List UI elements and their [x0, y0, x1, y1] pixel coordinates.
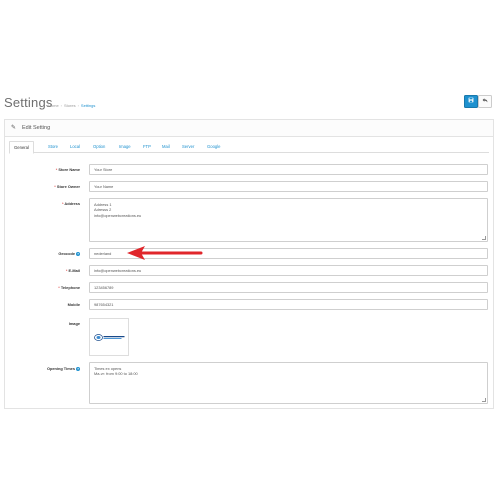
- breadcrumb: Home › Stores › Settings: [48, 103, 96, 108]
- breadcrumb-home[interactable]: Home: [48, 103, 59, 108]
- mobile-label: Mobile: [67, 302, 80, 307]
- help-icon[interactable]: ?: [76, 251, 80, 256]
- email-input[interactable]: info@openwebcreations.eu: [89, 265, 488, 276]
- red-arrow-icon: [127, 246, 203, 260]
- store-name-input[interactable]: Your Store: [89, 164, 488, 175]
- resize-handle[interactable]: [482, 398, 486, 402]
- opening-times-textarea[interactable]: Times ex opens Ma-vr: from 9:00 to 18:00: [89, 362, 488, 404]
- tab-option[interactable]: Option: [93, 141, 105, 152]
- store-name-label: * Store Name: [55, 167, 80, 172]
- tab-mail[interactable]: Mail: [162, 141, 170, 152]
- store-owner-input[interactable]: Your Name: [89, 181, 488, 192]
- reply-icon: [482, 98, 488, 104]
- telephone-label: * Telephone: [58, 285, 80, 290]
- pencil-icon: ✎: [11, 125, 17, 131]
- address-label: * Address: [61, 201, 80, 206]
- tab-store[interactable]: Store: [48, 141, 58, 152]
- tab-ftp[interactable]: FTP: [143, 141, 151, 152]
- breadcrumb-settings[interactable]: Settings: [81, 103, 95, 108]
- mobile-input[interactable]: 987654321: [89, 299, 488, 310]
- openwebcreations-logo: [94, 334, 125, 341]
- breadcrumb-stores[interactable]: Stores: [64, 103, 76, 108]
- resize-handle[interactable]: [482, 236, 486, 240]
- tab-server[interactable]: Server: [182, 141, 194, 152]
- help-icon[interactable]: ?: [76, 366, 80, 371]
- store-owner-label: * Store Owner: [54, 184, 80, 189]
- geocode-label: Geocode?: [58, 251, 80, 256]
- page-title: Settings: [4, 95, 53, 110]
- tab-general[interactable]: General: [9, 141, 34, 154]
- telephone-input[interactable]: 123456789: [89, 282, 488, 293]
- panel-title: Edit Setting: [22, 124, 51, 131]
- tab-local[interactable]: Local: [70, 141, 80, 152]
- settings-tabs: General Store Local Option Image FTP Mai…: [9, 141, 489, 154]
- image-label: Image: [68, 321, 80, 326]
- save-icon: [468, 98, 474, 104]
- save-button[interactable]: [464, 95, 478, 108]
- page-header: Settings Home › Stores › Settings: [4, 95, 496, 115]
- store-image-thumbnail[interactable]: [89, 318, 129, 356]
- opening-times-label: Opening Times?: [46, 366, 80, 371]
- tab-google[interactable]: Google: [207, 141, 221, 152]
- email-label: * E-Mail: [65, 268, 80, 273]
- back-button[interactable]: [478, 95, 492, 108]
- address-line-3: info@openwebcreations.eu: [94, 212, 142, 218]
- tab-image[interactable]: Image: [119, 141, 131, 152]
- address-textarea[interactable]: Address 1 Adresss 2 info@openwebcreation…: [89, 198, 488, 242]
- opening-times-line-2: Ma-vr: from 9:00 to 18:00: [94, 371, 138, 377]
- panel-heading: ✎ Edit Setting: [5, 120, 493, 137]
